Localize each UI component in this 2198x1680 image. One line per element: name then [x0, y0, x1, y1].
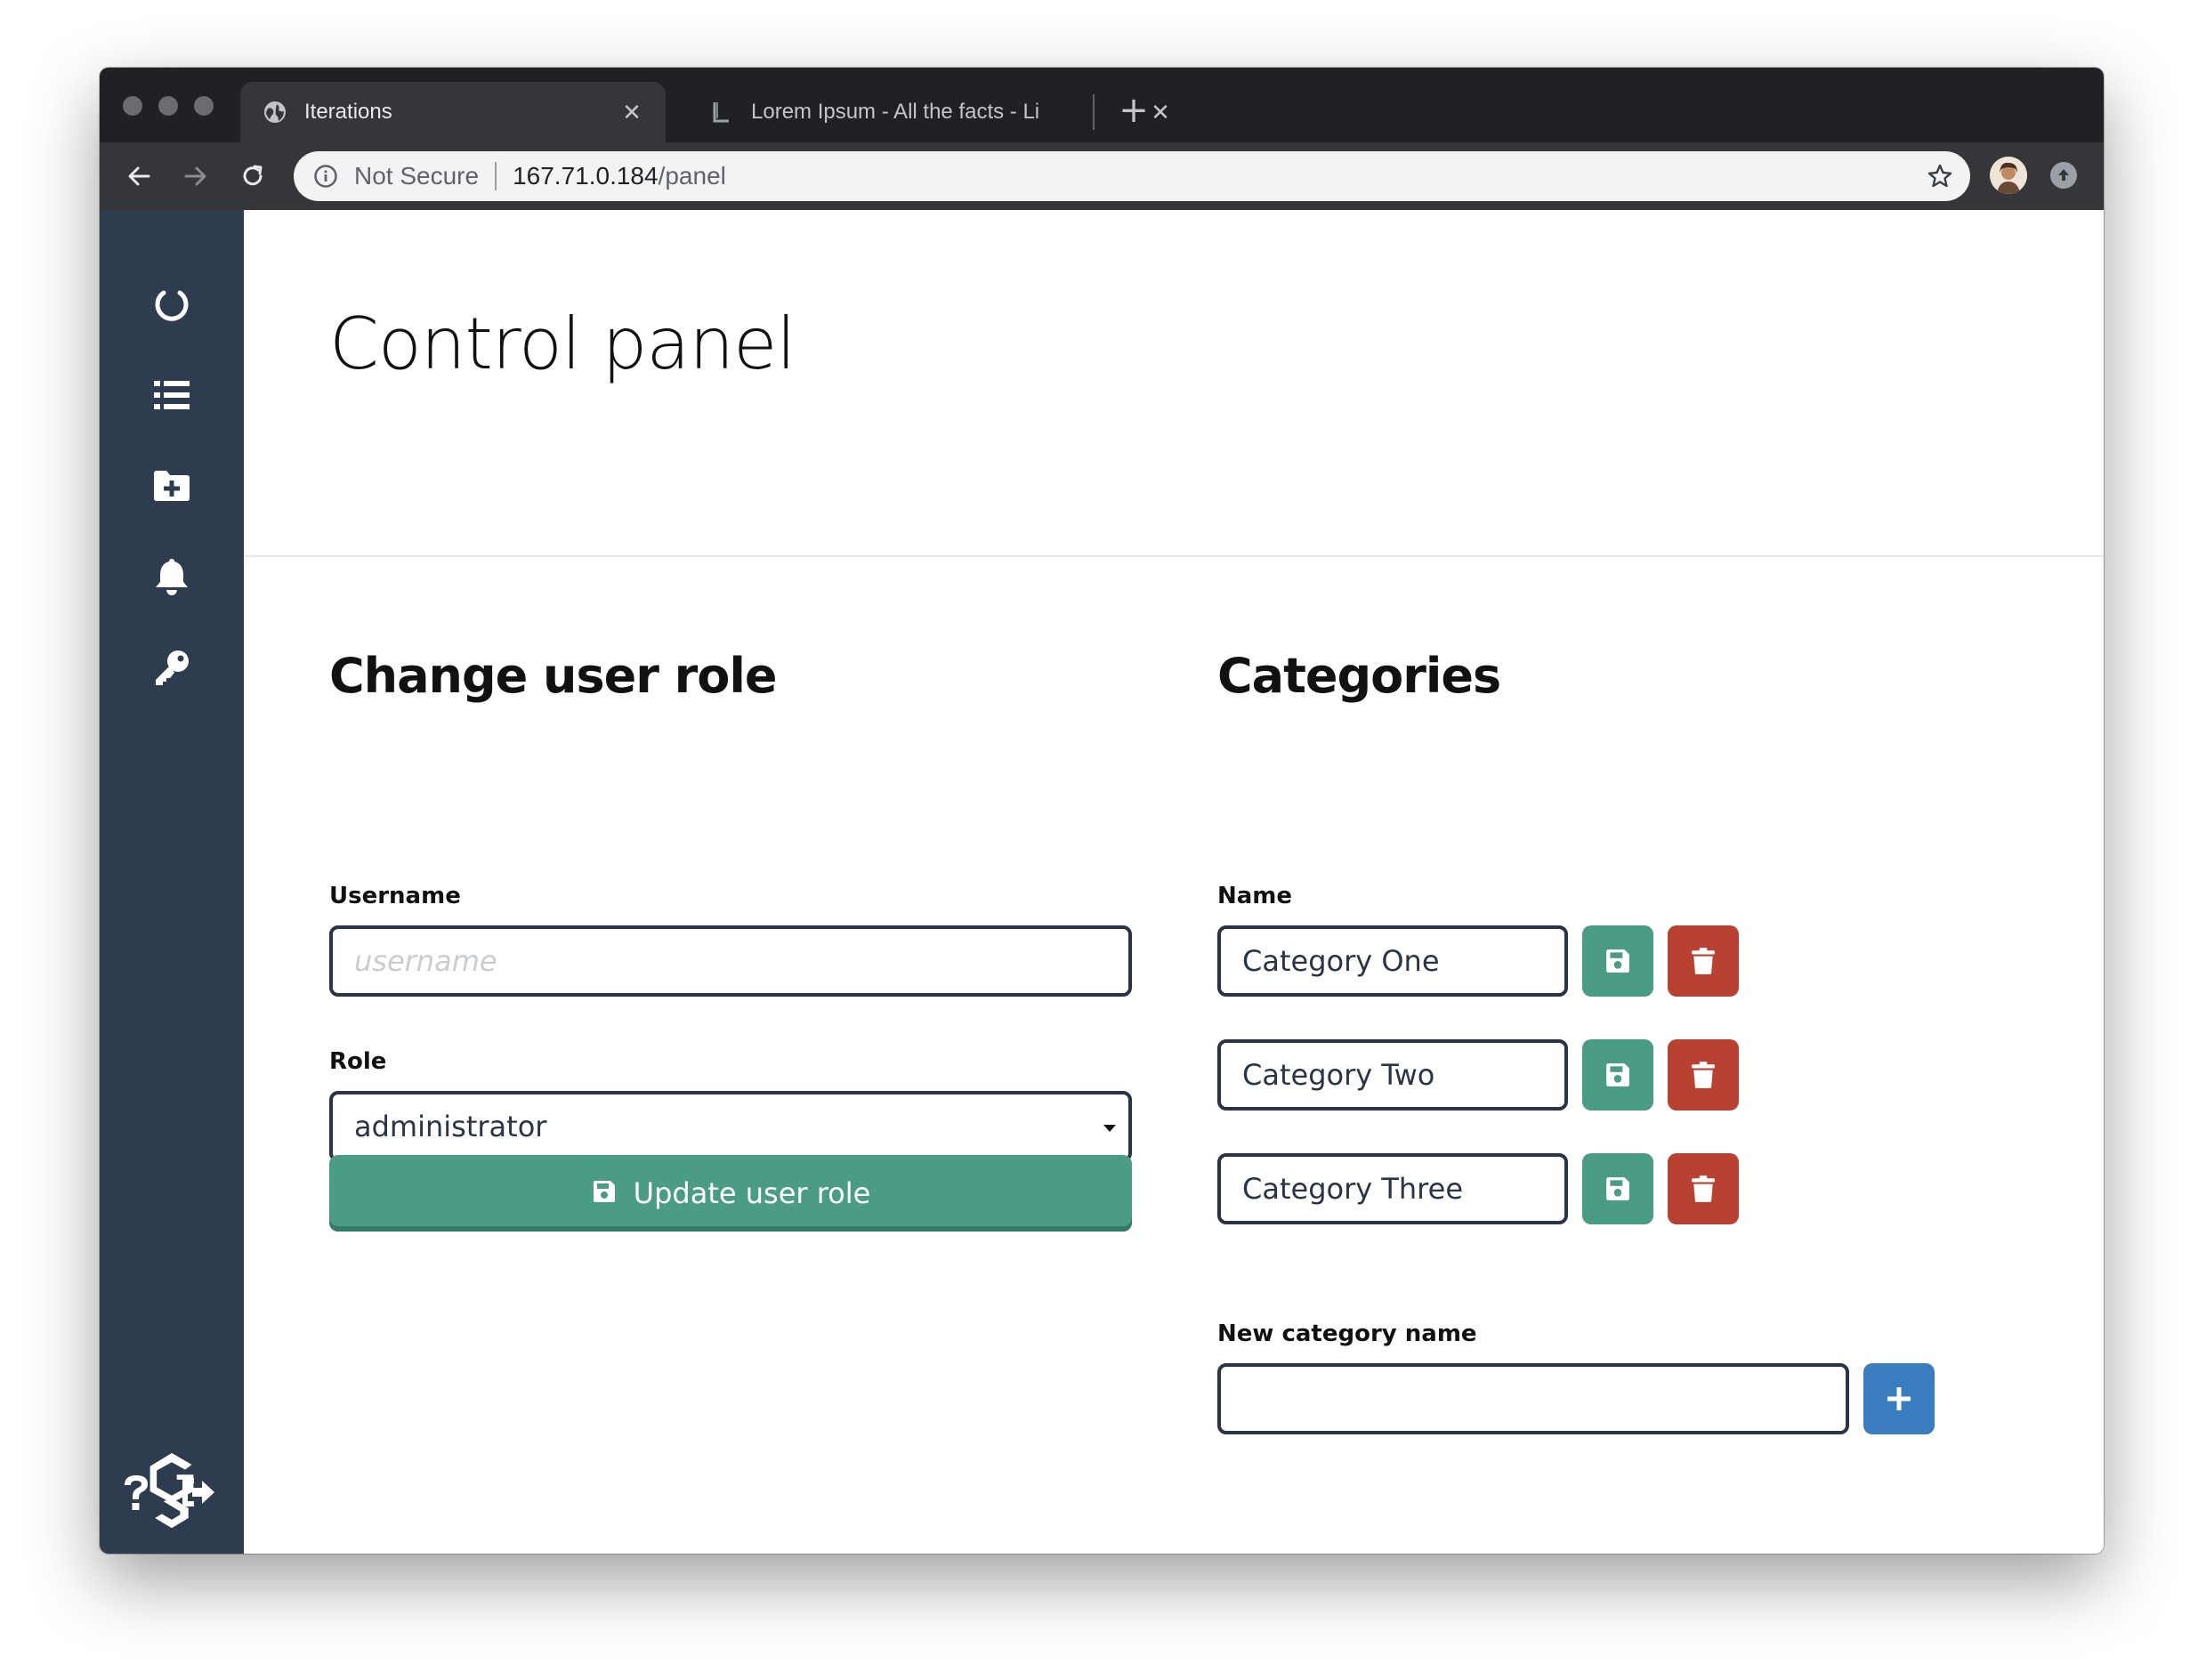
role-selected-value: administrator	[354, 1110, 547, 1143]
trash-icon	[1692, 1062, 1715, 1088]
chevron-down-icon	[1103, 1125, 1116, 1132]
trash-icon	[1692, 948, 1715, 974]
save-category-button[interactable]	[1582, 1039, 1653, 1111]
address-bar[interactable]: Not Secure 167.71.0.184/panel	[294, 151, 1970, 201]
lipsum-favicon-icon	[708, 99, 735, 125]
categories-heading: Categories	[1217, 648, 1501, 704]
refresh-circle-icon[interactable]	[145, 278, 198, 331]
tab-title: Iterations	[304, 100, 392, 124]
category-name-label: Name	[1217, 883, 1293, 909]
delete-category-button[interactable]	[1668, 925, 1739, 997]
update-user-role-label: Update user role	[633, 1176, 871, 1210]
extension-upload-icon[interactable]	[2050, 162, 2077, 189]
new-category-input[interactable]	[1217, 1363, 1849, 1434]
close-tab-icon[interactable]: ✕	[619, 99, 644, 125]
back-button[interactable]	[117, 155, 160, 198]
username-input[interactable]: username	[329, 925, 1132, 997]
folder-plus-icon[interactable]	[145, 459, 198, 513]
forward-button[interactable]	[174, 155, 217, 198]
minimize-window-button[interactable]	[158, 96, 178, 116]
delete-category-button[interactable]	[1668, 1039, 1739, 1111]
add-category-button[interactable]	[1863, 1363, 1935, 1434]
sidebar	[100, 210, 244, 1554]
reload-button[interactable]	[231, 155, 274, 198]
plus-icon	[1887, 1387, 1911, 1410]
browser-window: Iterations ✕ Lorem Ipsum - All the facts…	[100, 68, 2104, 1554]
tab-bar: Iterations ✕ Lorem Ipsum - All the facts…	[100, 68, 2104, 142]
tab-separator	[1093, 94, 1095, 130]
bell-icon[interactable]	[145, 550, 198, 603]
new-tab-button[interactable]: +	[1114, 90, 1153, 131]
globe-icon	[262, 99, 288, 125]
update-user-role-button[interactable]: Update user role	[329, 1155, 1132, 1232]
main-content: Control panel Change user role Username …	[244, 210, 2104, 1554]
address-separator	[495, 162, 497, 190]
profile-avatar[interactable]	[1990, 157, 2027, 194]
header-divider	[244, 555, 2104, 557]
save-icon	[1606, 949, 1629, 973]
category-name-value: Category One	[1242, 944, 1440, 978]
trash-icon	[1692, 1175, 1715, 1202]
role-select[interactable]: administrator	[329, 1091, 1132, 1162]
tab-iterations[interactable]: Iterations ✕	[240, 82, 666, 142]
help-icon[interactable]	[112, 1468, 160, 1516]
info-icon[interactable]	[311, 162, 340, 190]
key-icon[interactable]	[145, 641, 198, 694]
security-label: Not Secure	[354, 162, 480, 190]
username-placeholder: username	[354, 944, 497, 978]
save-icon	[1606, 1177, 1629, 1200]
save-category-button[interactable]	[1582, 1153, 1653, 1224]
tab-title: Lorem Ipsum - All the facts - Li	[751, 100, 1040, 124]
close-window-button[interactable]	[123, 96, 142, 116]
category-name-input[interactable]: Category One	[1217, 925, 1568, 997]
url-host: 167.71.0.184	[513, 162, 659, 190]
browser-toolbar: Not Secure 167.71.0.184/panel	[100, 142, 2104, 210]
url-path: /panel	[658, 162, 726, 190]
save-icon	[591, 1178, 618, 1205]
page-title: Control panel	[329, 303, 796, 385]
page-viewport: Control panel Change user role Username …	[100, 210, 2104, 1554]
change-role-heading: Change user role	[329, 648, 778, 704]
category-name-value: Category Three	[1242, 1172, 1463, 1206]
maximize-window-button[interactable]	[194, 96, 214, 116]
save-category-button[interactable]	[1582, 925, 1653, 997]
bookmark-star-icon[interactable]	[1926, 162, 1954, 190]
category-name-input[interactable]: Category Three	[1217, 1153, 1568, 1224]
list-icon[interactable]	[145, 368, 198, 422]
new-category-label: New category name	[1217, 1321, 1477, 1347]
save-icon	[1606, 1063, 1629, 1086]
category-name-input[interactable]: Category Two	[1217, 1039, 1568, 1111]
category-name-value: Category Two	[1242, 1058, 1435, 1092]
sign-out-icon[interactable]	[174, 1468, 222, 1516]
username-label: Username	[329, 883, 461, 909]
delete-category-button[interactable]	[1668, 1153, 1739, 1224]
role-label: Role	[329, 1048, 387, 1075]
